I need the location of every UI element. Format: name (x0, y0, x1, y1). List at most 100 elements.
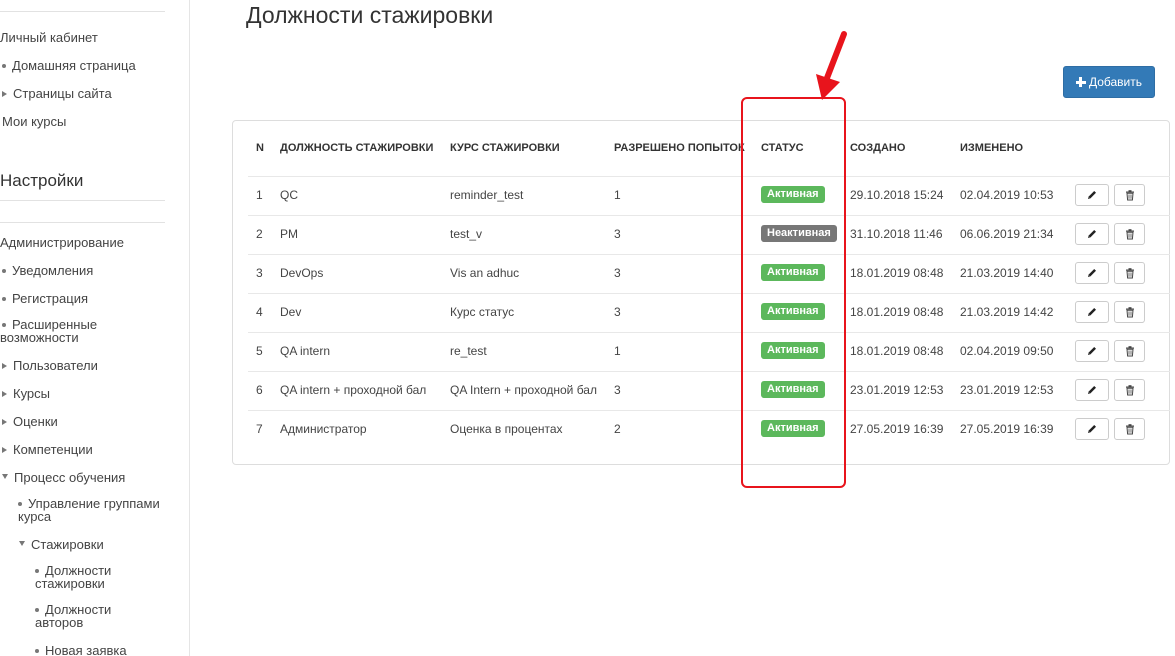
cell-n: 6 (256, 383, 263, 397)
sidebar: Личный кабинет Домашняя страница Страниц… (0, 0, 190, 656)
pencil-icon (1086, 423, 1098, 435)
sidebar-item-site-pages[interactable]: Страницы сайта (2, 87, 112, 100)
column-header-n: N (256, 142, 264, 154)
row-divider (248, 293, 1170, 294)
delete-button[interactable] (1114, 301, 1145, 323)
sidebar-item-new-request[interactable]: Новая заявка (35, 644, 127, 656)
cell-course: reminder_test (450, 188, 524, 202)
chevron-down-icon (19, 541, 25, 547)
status-column-highlight (741, 97, 846, 488)
column-header-course: КУРС СТАЖИРОВКИ (450, 142, 560, 154)
pencil-icon (1086, 345, 1098, 357)
cell-created: 18.01.2019 08:48 (850, 344, 944, 358)
cell-modified: 23.01.2019 12:53 (960, 383, 1054, 397)
sidebar-item-course-groups[interactable]: Управление группами курса (18, 497, 168, 523)
row-divider (248, 215, 1170, 216)
cell-attempts: 3 (614, 266, 621, 280)
cell-attempts: 2 (614, 422, 621, 436)
sidebar-item-grades[interactable]: Оценки (2, 415, 58, 428)
cell-position: QA intern + проходной бал (280, 383, 427, 397)
cell-n: 1 (256, 188, 263, 202)
add-button-label: Добавить (1088, 75, 1143, 89)
sidebar-divider (0, 200, 165, 201)
edit-button[interactable] (1075, 379, 1109, 401)
column-header-created: СОЗДАНО (850, 142, 906, 154)
cell-attempts: 3 (614, 383, 621, 397)
cell-created: 29.10.2018 15:24 (850, 188, 944, 202)
pencil-icon (1086, 267, 1098, 279)
sidebar-item-registration[interactable]: Регистрация (2, 292, 88, 305)
cell-modified: 27.05.2019 16:39 (960, 422, 1054, 436)
delete-button[interactable] (1114, 262, 1145, 284)
delete-button[interactable] (1114, 418, 1145, 440)
cell-created: 18.01.2019 08:48 (850, 266, 944, 280)
pencil-icon (1086, 306, 1098, 318)
sidebar-item-administration[interactable]: Администрирование (0, 236, 124, 249)
edit-button[interactable] (1075, 418, 1109, 440)
sidebar-item-my-courses[interactable]: Мои курсы (2, 115, 66, 128)
cell-n: 4 (256, 305, 263, 319)
bullet-icon (2, 296, 6, 301)
cell-created: 27.05.2019 16:39 (850, 422, 944, 436)
trash-icon (1124, 189, 1136, 201)
cell-position: QC (280, 188, 298, 202)
edit-button[interactable] (1075, 340, 1109, 362)
trash-icon (1124, 228, 1136, 240)
sidebar-item-learning-process[interactable]: Процесс обучения (2, 471, 125, 484)
edit-button[interactable] (1075, 301, 1109, 323)
cell-n: 7 (256, 422, 263, 436)
edit-button[interactable] (1075, 262, 1109, 284)
cell-course: Vis an adhuc (450, 266, 520, 280)
cell-modified: 21.03.2019 14:42 (960, 305, 1054, 319)
cell-created: 31.10.2018 11:46 (850, 227, 943, 241)
pencil-icon (1086, 189, 1098, 201)
sidebar-item-author-positions[interactable]: Должности авторов (35, 603, 135, 629)
trash-icon (1124, 423, 1136, 435)
bullet-icon (2, 63, 6, 68)
delete-button[interactable] (1114, 184, 1145, 206)
bullet-icon (35, 568, 39, 573)
chevron-right-icon (2, 446, 7, 453)
cell-attempts: 3 (614, 305, 621, 319)
chevron-right-icon (2, 390, 7, 397)
sidebar-item-home[interactable]: Домашняя страница (2, 59, 136, 72)
sidebar-item-internships[interactable]: Стажировки (19, 538, 104, 551)
bullet-icon (2, 268, 6, 273)
sidebar-item-competencies[interactable]: Компетенции (2, 443, 93, 456)
add-button[interactable]: Добавить (1063, 66, 1155, 98)
chevron-right-icon (2, 362, 7, 369)
cell-course: re_test (450, 344, 487, 358)
bullet-icon (18, 501, 22, 506)
cell-position: PM (280, 227, 298, 241)
sidebar-item-dashboard[interactable]: Личный кабинет (0, 31, 98, 44)
trash-icon (1124, 384, 1136, 396)
sidebar-item-notifications[interactable]: Уведомления (2, 264, 93, 277)
row-divider (248, 254, 1170, 255)
annotation-arrow-icon (816, 31, 847, 100)
trash-icon (1124, 345, 1136, 357)
cell-modified: 21.03.2019 14:40 (960, 266, 1054, 280)
sidebar-item-internship-positions[interactable]: Должности стажировки (35, 564, 135, 590)
row-divider (248, 371, 1170, 372)
cell-modified: 02.04.2019 10:53 (960, 188, 1054, 202)
chevron-right-icon (2, 418, 7, 425)
sidebar-item-courses[interactable]: Курсы (2, 387, 50, 400)
cell-course: test_v (450, 227, 483, 241)
sidebar-heading-settings: Настройки (0, 171, 84, 190)
row-divider (248, 410, 1170, 411)
sidebar-item-users[interactable]: Пользователи (2, 359, 98, 372)
sidebar-item-advanced-features[interactable]: Расширенные возможности (0, 318, 120, 344)
cell-position: Dev (280, 305, 302, 319)
bullet-icon (2, 322, 6, 327)
delete-button[interactable] (1114, 223, 1145, 245)
pencil-icon (1086, 384, 1098, 396)
sidebar-divider (0, 222, 165, 223)
delete-button[interactable] (1114, 379, 1145, 401)
cell-created: 23.01.2019 12:53 (850, 383, 944, 397)
delete-button[interactable] (1114, 340, 1145, 362)
edit-button[interactable] (1075, 223, 1109, 245)
edit-button[interactable] (1075, 184, 1109, 206)
sidebar-divider (0, 11, 165, 12)
cell-modified: 06.06.2019 21:34 (960, 227, 1054, 241)
column-header-attempts: РАЗРЕШЕНО ПОПЫТОК (614, 142, 745, 154)
